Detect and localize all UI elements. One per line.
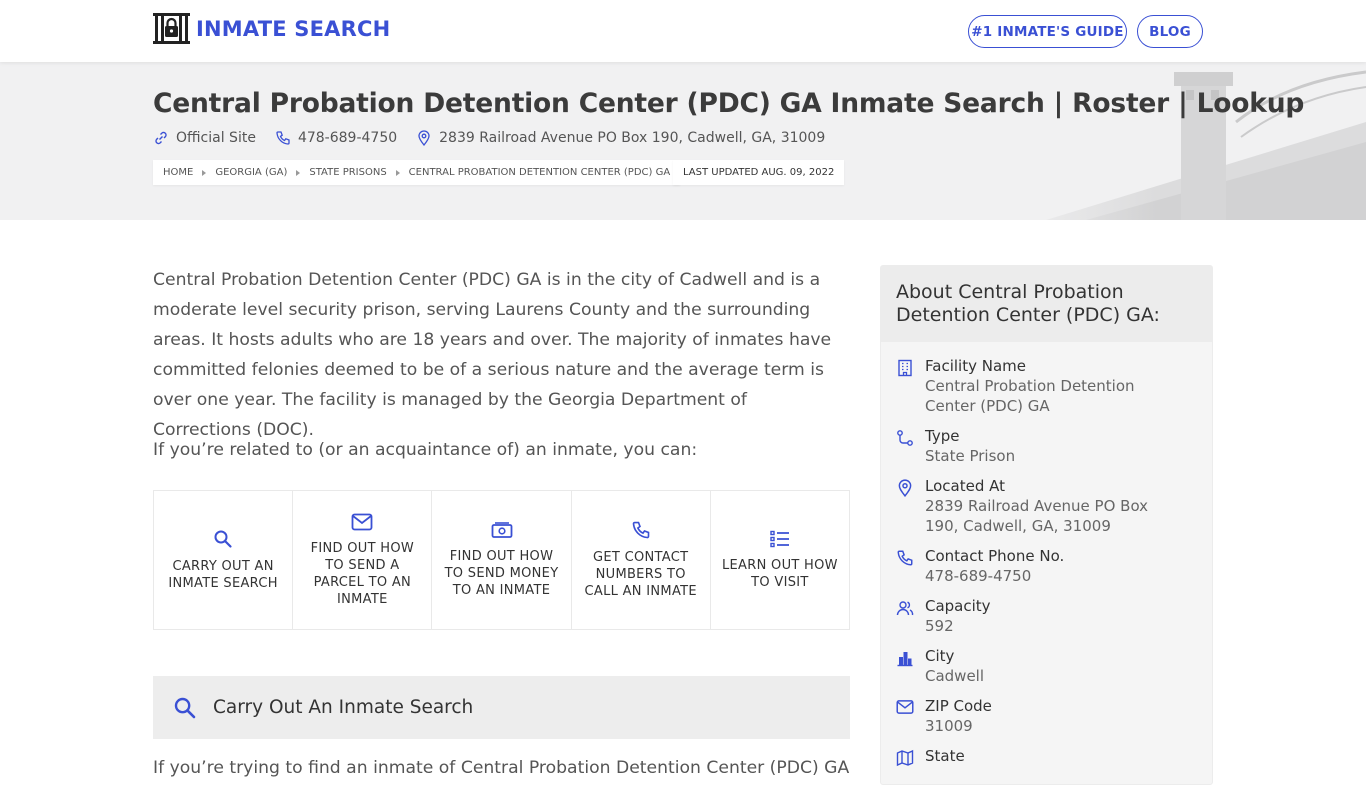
sidebar-title: About Central Probation Detention Center… <box>881 266 1212 342</box>
action-send-parcel[interactable]: FIND OUT HOW TO SEND A PARCEL TO AN INMA… <box>293 491 433 629</box>
site-logo[interactable]: INMATE SEARCH <box>153 13 390 44</box>
top-navbar: INMATE SEARCH #1 INMATE'S GUIDE BLOG <box>0 0 1366 62</box>
breadcrumb-state[interactable]: GEORGIA (GA) <box>215 167 287 178</box>
prison-lock-icon <box>153 13 190 44</box>
action-grid: CARRY OUT AN INMATE SEARCH FIND OUT HOW … <box>153 490 850 630</box>
detail-zip: ZIP Code 31009 <box>881 696 1212 736</box>
intro-paragraph: Central Probation Detention Center (PDC)… <box>153 270 832 440</box>
address-text: 2839 Railroad Avenue PO Box 190, Cadwell… <box>439 130 826 146</box>
action-label: LEARN OUT HOW TO VISIT <box>722 557 838 590</box>
action-inmate-search[interactable]: CARRY OUT AN INMATE SEARCH <box>154 491 294 629</box>
action-label: CARRY OUT AN INMATE SEARCH <box>168 558 278 591</box>
search-icon <box>214 530 232 548</box>
hero-banner: Central Probation Detention Center (PDC)… <box>0 62 1366 220</box>
facility-info-sidebar: About Central Probation Detention Center… <box>880 265 1213 785</box>
prison-wall-illustration <box>986 62 1366 220</box>
address-link[interactable]: 2839 Railroad Avenue PO Box 190, Cadwell… <box>416 130 825 146</box>
lead-paragraph: If you’re related to (or an acquaintance… <box>153 440 698 460</box>
inmate-search-section-header: Carry Out An Inmate Search <box>153 676 850 739</box>
official-site-label: Official Site <box>176 130 256 146</box>
users-icon <box>896 601 914 616</box>
money-icon <box>491 522 512 538</box>
action-visit[interactable]: LEARN OUT HOW TO VISIT <box>711 491 849 629</box>
facility-details-list: Facility Name Central Probation Detentio… <box>881 342 1212 767</box>
phone-icon <box>632 521 650 539</box>
breadcrumb-separator-icon <box>296 169 301 176</box>
map-icon <box>896 749 914 767</box>
mail-icon <box>896 700 914 714</box>
detail-value: 2839 Railroad Avenue PO Box 190, Cadwell… <box>925 497 1149 535</box>
phone-icon <box>276 131 290 145</box>
detail-location: Located At 2839 Railroad Avenue PO Box 1… <box>881 476 1212 536</box>
blog-button[interactable]: BLOG <box>1137 15 1203 48</box>
detail-value: 592 <box>925 617 954 635</box>
building-icon <box>898 359 912 377</box>
detail-value: 478-689-4750 <box>925 567 1032 585</box>
page-title: Central Probation Detention Center (PDC)… <box>153 88 1305 119</box>
detail-label: Contact Phone No. <box>925 547 1065 565</box>
logo-text: INMATE SEARCH <box>196 16 391 41</box>
official-site-link[interactable]: Official Site <box>153 130 256 146</box>
detail-state: State <box>881 746 1212 767</box>
detail-capacity: Capacity 592 <box>881 596 1212 636</box>
detail-value: Central Probation Detention Center (PDC)… <box>925 377 1135 415</box>
detail-label: Located At <box>925 477 1005 495</box>
detail-facility-name: Facility Name Central Probation Detentio… <box>881 356 1212 416</box>
phone-icon <box>897 550 913 566</box>
detail-phone: Contact Phone No. 478-689-4750 <box>881 546 1212 586</box>
detail-value: 31009 <box>925 717 973 735</box>
detail-label: Facility Name <box>925 357 1026 375</box>
mail-icon <box>351 513 373 530</box>
inmates-guide-button[interactable]: #1 INMATE'S GUIDE <box>968 15 1127 48</box>
section-title: Carry Out An Inmate Search <box>213 697 474 718</box>
breadcrumb: HOME GEORGIA (GA) STATE PRISONS CENTRAL … <box>153 160 681 185</box>
detail-label: Type <box>925 427 960 445</box>
facility-meta: Official Site 478-689-4750 2839 Railroad… <box>153 130 844 146</box>
map-pin-icon <box>418 130 430 146</box>
search-icon <box>174 697 196 718</box>
list-icon <box>770 530 789 547</box>
detail-label: ZIP Code <box>925 697 992 715</box>
route-icon <box>897 430 913 446</box>
detail-label: State <box>925 747 965 765</box>
breadcrumb-current[interactable]: CENTRAL PROBATION DETENTION CENTER (PDC)… <box>409 167 671 178</box>
city-icon <box>897 652 913 667</box>
last-updated-badge: LAST UPDATED AUG. 09, 2022 <box>673 160 845 185</box>
detail-type: Type State Prison <box>881 426 1212 466</box>
link-icon <box>155 131 167 145</box>
action-label: FIND OUT HOW TO SEND A PARCEL TO AN INMA… <box>310 540 415 607</box>
breadcrumb-home[interactable]: HOME <box>163 167 193 178</box>
map-pin-icon <box>898 479 912 497</box>
breadcrumb-category[interactable]: STATE PRISONS <box>309 167 386 178</box>
detail-label: Capacity <box>925 597 991 615</box>
phone-number: 478-689-4750 <box>297 130 398 146</box>
detail-value: State Prison <box>925 447 1016 465</box>
action-contact-numbers[interactable]: GET CONTACT NUMBERS TO CALL AN INMATE <box>572 491 711 629</box>
detail-city: City Cadwell <box>881 646 1212 686</box>
breadcrumb-separator-icon <box>202 169 207 176</box>
detail-value: Cadwell <box>925 667 985 685</box>
detail-label: City <box>925 647 955 665</box>
section-paragraph: If you’re trying to find an inmate of Ce… <box>153 758 850 778</box>
phone-link[interactable]: 478-689-4750 <box>275 130 397 146</box>
breadcrumb-separator-icon <box>395 169 400 176</box>
action-label: FIND OUT HOW TO SEND MONEY TO AN INMATE <box>444 549 559 598</box>
action-send-money[interactable]: FIND OUT HOW TO SEND MONEY TO AN INMATE <box>432 491 572 629</box>
action-label: GET CONTACT NUMBERS TO CALL AN INMATE <box>584 550 697 599</box>
